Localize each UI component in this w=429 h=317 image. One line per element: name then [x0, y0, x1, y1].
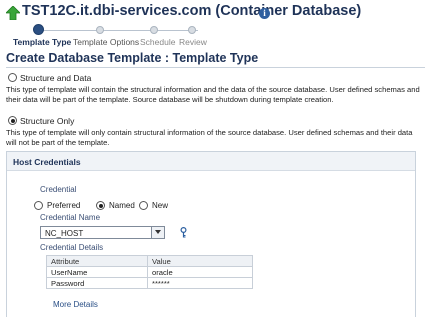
column-header-value: Value [147, 255, 253, 267]
credential-named-label[interactable]: Named [109, 201, 135, 210]
title-bar: TST12C.it.dbi-services.com (Container Da… [0, 0, 429, 26]
value-cell: ****** [147, 277, 253, 289]
table-header-row: Attribute Value [46, 255, 253, 267]
column-header-attribute: Attribute [46, 255, 148, 267]
info-icon[interactable]: i [259, 8, 270, 19]
train-step-schedule: Schedule [140, 37, 176, 47]
train-step-dot-review [188, 26, 196, 34]
green-up-arrow-icon [6, 6, 20, 20]
attribute-cell: Password [46, 277, 148, 289]
value-cell: oracle [147, 266, 253, 278]
credential-new-label[interactable]: New [152, 201, 168, 210]
credential-name-select[interactable]: NC_HOST [40, 226, 165, 239]
structure-and-data-radio[interactable] [8, 73, 17, 82]
credential-preferred-radio[interactable] [34, 201, 43, 210]
train-step-template-type[interactable]: Template Type [13, 37, 71, 47]
title-divider [6, 67, 425, 68]
page-heading-title: TST12C.it.dbi-services.com (Container Da… [22, 3, 362, 19]
credential-named-radio[interactable] [96, 201, 105, 210]
credential-new-radio[interactable] [139, 201, 148, 210]
train-step-review: Review [179, 37, 207, 47]
credential-preferred-label[interactable]: Preferred [47, 201, 80, 210]
structure-only-description: This type of template will only contain … [6, 128, 413, 147]
more-details-link[interactable]: More Details [53, 300, 98, 309]
credential-details-table: Attribute Value UserName oracle Password… [46, 255, 253, 289]
key-icon[interactable] [179, 227, 188, 238]
page-title: Create Database Template : Template Type [6, 51, 259, 65]
credential-details-label: Credential Details [40, 243, 104, 252]
credential-name-value: NC_HOST [45, 228, 84, 238]
structure-and-data-label[interactable]: Structure and Data [20, 73, 91, 83]
chevron-down-icon[interactable] [151, 227, 164, 238]
host-credentials-header: Host Credentials [7, 152, 415, 171]
train-connector [36, 30, 198, 31]
credential-label: Credential [40, 185, 77, 194]
structure-only-radio[interactable] [8, 116, 17, 125]
host-credentials-title: Host Credentials [13, 157, 81, 167]
credential-name-label: Credential Name [40, 213, 101, 222]
train-step-template-options[interactable]: Template Options [73, 37, 139, 47]
train-step-dot-template-options[interactable] [96, 26, 104, 34]
structure-only-label[interactable]: Structure Only [20, 116, 74, 126]
table-row: Password ****** [46, 277, 253, 289]
train-step-dot-template-type[interactable] [33, 24, 44, 35]
attribute-cell: UserName [46, 266, 148, 278]
train-step-dot-schedule [150, 26, 158, 34]
table-row: UserName oracle [46, 266, 253, 278]
wizard-train: Template Type Template Options Schedule … [0, 24, 429, 48]
structure-and-data-description: This type of template will contain the s… [6, 85, 420, 104]
